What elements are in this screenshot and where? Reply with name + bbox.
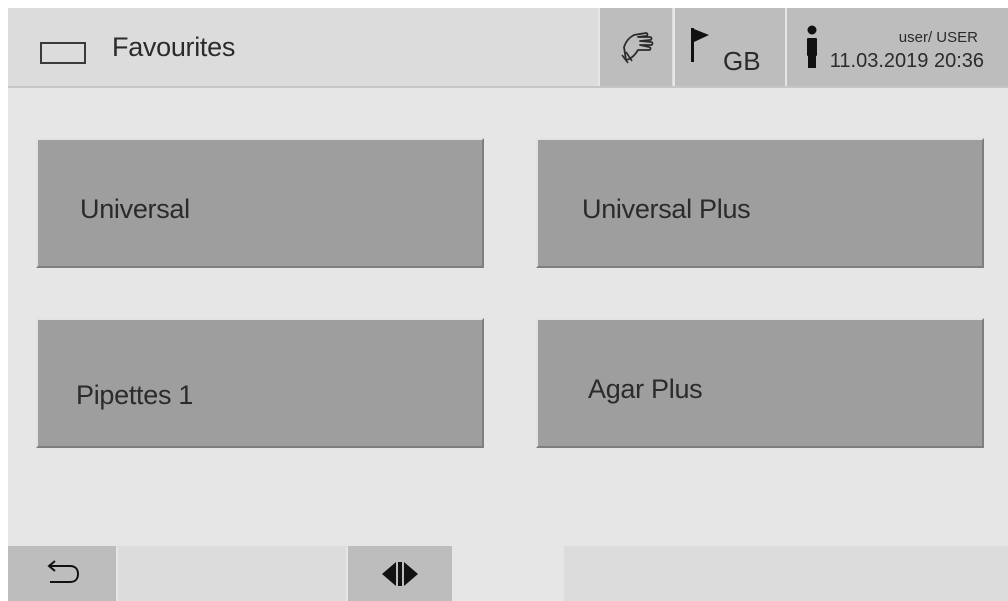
language-code: GB xyxy=(723,46,761,76)
flag-icon xyxy=(691,28,709,62)
favourite-label: Universal Plus xyxy=(582,194,751,224)
touch-hand-icon xyxy=(621,32,654,64)
favourite-button-universal-plus[interactable]: Universal Plus xyxy=(536,138,984,268)
footer-gap xyxy=(454,546,562,601)
datetime-label: 11.03.2019 20:36 xyxy=(829,50,984,72)
screen-outline-icon xyxy=(40,42,86,64)
language-button[interactable]: GB xyxy=(673,8,785,86)
favourite-button-universal[interactable]: Universal xyxy=(36,138,484,268)
touch-button[interactable] xyxy=(598,8,672,86)
person-info-icon xyxy=(807,25,817,68)
favourite-label: Universal xyxy=(80,194,190,224)
favourite-label: Pipettes 1 xyxy=(76,380,194,410)
screen: Favourites GB user/ USER 11.03.2019 20:3… xyxy=(8,8,1008,601)
favourite-button-pipettes-1[interactable]: Pipettes 1 xyxy=(36,318,484,448)
footer-bar xyxy=(8,546,1008,601)
user-label: user/ USER xyxy=(898,29,978,46)
favourite-button-agar-plus[interactable]: Agar Plus xyxy=(536,318,984,448)
back-button[interactable] xyxy=(8,546,116,601)
footer-empty-area xyxy=(564,546,1008,601)
switch-view-button[interactable] xyxy=(348,546,452,601)
footer-empty-slot xyxy=(118,546,346,601)
header-bar: Favourites GB user/ USER 11.03.2019 20:3… xyxy=(8,8,1008,88)
switch-view-icon xyxy=(382,562,418,586)
back-arrow-icon xyxy=(47,560,80,583)
page-title: Favourites xyxy=(112,32,236,62)
favourite-label: Agar Plus xyxy=(588,374,703,404)
info-button[interactable]: user/ USER 11.03.2019 20:36 xyxy=(785,8,1008,86)
